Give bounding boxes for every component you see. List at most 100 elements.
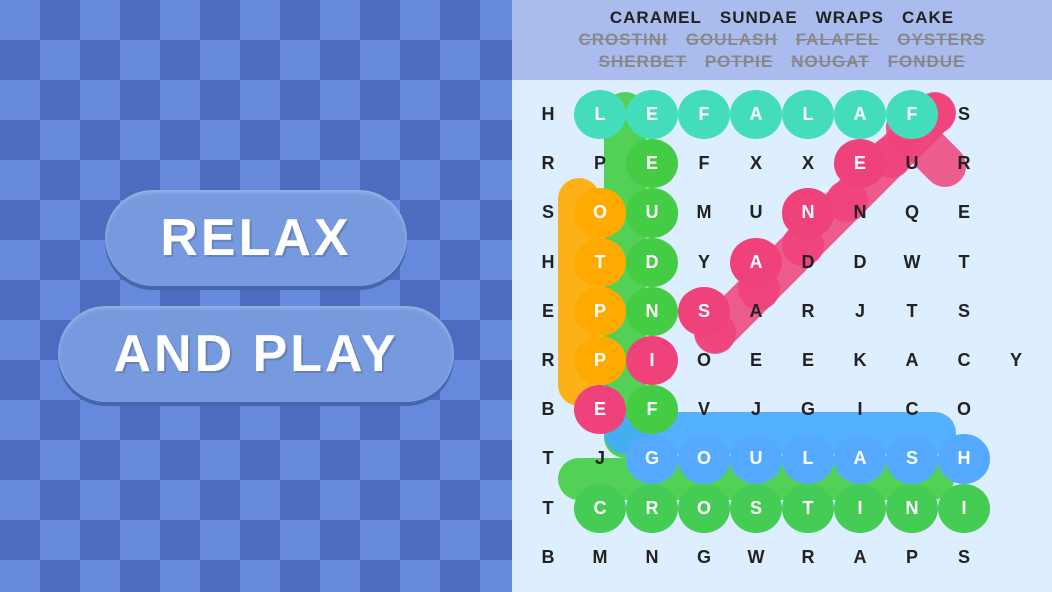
grid-cell[interactable]: E bbox=[938, 188, 990, 237]
grid-cell[interactable]: S bbox=[938, 90, 990, 139]
word-wraps[interactable]: WRAPS bbox=[816, 8, 884, 28]
grid-cell[interactable]: E bbox=[574, 385, 626, 434]
grid-cell[interactable]: A bbox=[834, 434, 886, 483]
grid-cell[interactable]: A bbox=[834, 533, 886, 582]
grid-cell[interactable]: L bbox=[574, 90, 626, 139]
grid-cell[interactable]: S bbox=[938, 533, 990, 582]
grid-cell[interactable]: F bbox=[678, 90, 730, 139]
grid-cell[interactable]: L bbox=[782, 90, 834, 139]
grid-cell[interactable]: B bbox=[522, 533, 574, 582]
grid-cell[interactable]: X bbox=[730, 139, 782, 188]
grid-cell[interactable]: D bbox=[626, 238, 678, 287]
grid-cell[interactable]: O bbox=[938, 385, 990, 434]
grid-cell[interactable]: Y bbox=[990, 336, 1042, 385]
word-cake[interactable]: CAKE bbox=[902, 8, 954, 28]
grid-cell[interactable]: B bbox=[522, 385, 574, 434]
grid-cell[interactable]: N bbox=[626, 533, 678, 582]
grid-cell[interactable]: V bbox=[678, 385, 730, 434]
word-search-grid[interactable]: HLEFALAFSRPEFXXEURSOUMUNNQEHTDYADDWTEPNS… bbox=[522, 90, 1042, 582]
grid-cell[interactable] bbox=[990, 238, 1042, 287]
grid-cell[interactable]: H bbox=[938, 434, 990, 483]
grid-cell[interactable]: R bbox=[626, 484, 678, 533]
word-goulash[interactable]: GOULASH bbox=[686, 30, 778, 50]
grid-cell[interactable]: E bbox=[626, 90, 678, 139]
grid-cell[interactable]: J bbox=[834, 287, 886, 336]
grid-cell[interactable]: A bbox=[730, 287, 782, 336]
grid-cell[interactable]: N bbox=[782, 188, 834, 237]
grid-cell[interactable]: S bbox=[730, 484, 782, 533]
grid-cell[interactable]: A bbox=[730, 238, 782, 287]
grid-cell[interactable]: S bbox=[522, 188, 574, 237]
grid-cell[interactable]: O bbox=[678, 484, 730, 533]
grid-cell[interactable]: N bbox=[886, 484, 938, 533]
grid-cell[interactable]: T bbox=[782, 484, 834, 533]
grid-cell[interactable]: T bbox=[938, 238, 990, 287]
grid-cell[interactable]: O bbox=[678, 434, 730, 483]
grid-cell[interactable]: E bbox=[782, 336, 834, 385]
grid-cell[interactable]: D bbox=[834, 238, 886, 287]
word-oysters[interactable]: OYSTERS bbox=[897, 30, 985, 50]
grid-cell[interactable]: X bbox=[782, 139, 834, 188]
grid-cell[interactable]: S bbox=[938, 287, 990, 336]
grid-cell[interactable]: T bbox=[522, 434, 574, 483]
grid-cell[interactable]: P bbox=[574, 139, 626, 188]
grid-cell[interactable]: D bbox=[782, 238, 834, 287]
grid-cell[interactable]: A bbox=[834, 90, 886, 139]
grid-cell[interactable]: Y bbox=[678, 238, 730, 287]
grid-cell[interactable]: E bbox=[522, 287, 574, 336]
word-crostini[interactable]: CROSTINI bbox=[579, 30, 668, 50]
grid-cell[interactable] bbox=[990, 434, 1042, 483]
grid-cell[interactable]: C bbox=[886, 385, 938, 434]
grid-cell[interactable]: T bbox=[574, 238, 626, 287]
grid-cell[interactable]: G bbox=[782, 385, 834, 434]
grid-cell[interactable]: F bbox=[678, 139, 730, 188]
grid-cell[interactable]: O bbox=[678, 336, 730, 385]
grid-cell[interactable]: M bbox=[574, 533, 626, 582]
grid-cell[interactable]: R bbox=[782, 287, 834, 336]
grid-cell[interactable]: R bbox=[522, 336, 574, 385]
grid-cell[interactable]: M bbox=[678, 188, 730, 237]
word-falafel[interactable]: FALAFEL bbox=[796, 30, 880, 50]
grid-cell[interactable]: H bbox=[522, 90, 574, 139]
grid-cell[interactable]: C bbox=[938, 336, 990, 385]
grid-cell[interactable] bbox=[990, 90, 1042, 139]
grid-cell[interactable]: E bbox=[834, 139, 886, 188]
word-potpie[interactable]: POTPIE bbox=[705, 52, 773, 72]
grid-cell[interactable]: T bbox=[522, 484, 574, 533]
grid-cell[interactable]: E bbox=[730, 336, 782, 385]
word-sundae[interactable]: SUNDAE bbox=[720, 8, 798, 28]
grid-cell[interactable]: N bbox=[834, 188, 886, 237]
grid-cell[interactable]: U bbox=[730, 434, 782, 483]
grid-cell[interactable]: A bbox=[730, 90, 782, 139]
word-caramel[interactable]: CARAMEL bbox=[610, 8, 702, 28]
grid-cell[interactable]: W bbox=[730, 533, 782, 582]
grid-cell[interactable]: T bbox=[886, 287, 938, 336]
grid-cell[interactable]: R bbox=[938, 139, 990, 188]
grid-cell[interactable]: P bbox=[574, 336, 626, 385]
word-sherbet[interactable]: SHERBET bbox=[599, 52, 687, 72]
grid-cell[interactable]: P bbox=[574, 287, 626, 336]
grid-cell[interactable]: F bbox=[626, 385, 678, 434]
grid-cell[interactable]: I bbox=[626, 336, 678, 385]
word-fondue[interactable]: FONDUE bbox=[888, 52, 966, 72]
grid-cell[interactable]: J bbox=[730, 385, 782, 434]
grid-cell[interactable] bbox=[990, 484, 1042, 533]
grid-cell[interactable]: P bbox=[886, 533, 938, 582]
grid-cell[interactable] bbox=[990, 139, 1042, 188]
grid-cell[interactable]: K bbox=[834, 336, 886, 385]
grid-cell[interactable]: H bbox=[522, 238, 574, 287]
grid-cell[interactable]: U bbox=[730, 188, 782, 237]
grid-cell[interactable]: I bbox=[834, 484, 886, 533]
grid-cell[interactable]: A bbox=[886, 336, 938, 385]
grid-cell[interactable]: L bbox=[782, 434, 834, 483]
grid-cell[interactable] bbox=[990, 385, 1042, 434]
word-nougat[interactable]: NOUGAT bbox=[791, 52, 869, 72]
grid-cell[interactable]: G bbox=[678, 533, 730, 582]
grid-cell[interactable]: C bbox=[574, 484, 626, 533]
grid-cell[interactable]: U bbox=[626, 188, 678, 237]
grid-cell[interactable]: J bbox=[574, 434, 626, 483]
grid-cell[interactable]: I bbox=[938, 484, 990, 533]
grid-cell[interactable]: F bbox=[886, 90, 938, 139]
grid-cell[interactable] bbox=[990, 188, 1042, 237]
grid-cell[interactable] bbox=[990, 533, 1042, 582]
